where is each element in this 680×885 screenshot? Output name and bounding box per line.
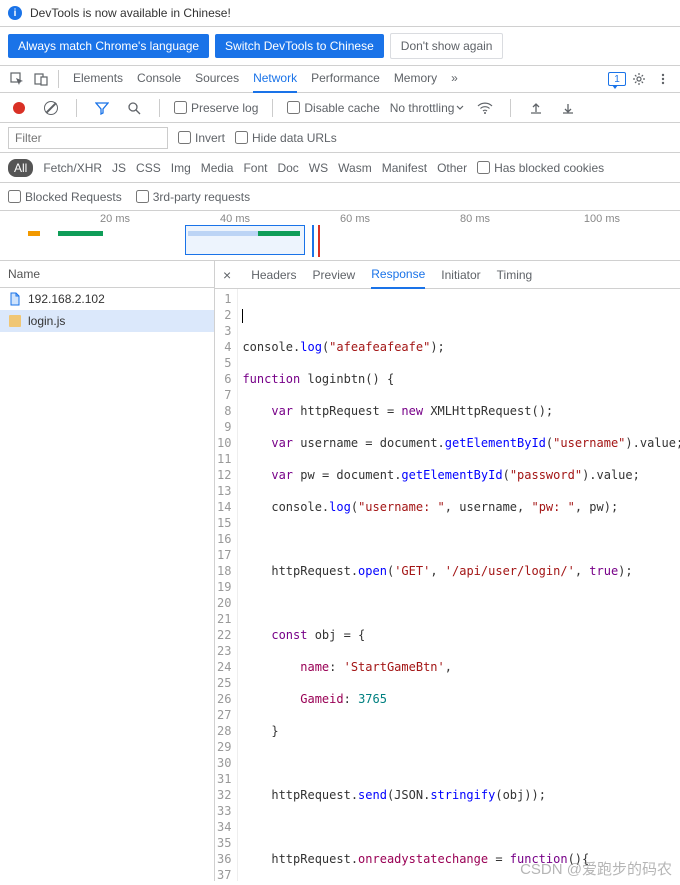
- request-row[interactable]: login.js: [0, 310, 214, 332]
- extra-filter-bar: Blocked Requests 3rd-party requests: [0, 183, 680, 211]
- tab-sources[interactable]: Sources: [195, 65, 239, 93]
- upload-icon[interactable]: [525, 97, 547, 119]
- tab-performance[interactable]: Performance: [311, 65, 380, 93]
- request-name: 192.168.2.102: [28, 292, 105, 306]
- disable-cache-checkbox[interactable]: Disable cache: [287, 101, 379, 115]
- timeline-bar: [258, 231, 300, 236]
- preserve-log-checkbox[interactable]: Preserve log: [174, 101, 258, 115]
- tab-elements[interactable]: Elements: [73, 65, 123, 93]
- timeline[interactable]: 20 ms 40 ms 60 ms 80 ms 100 ms: [0, 211, 680, 261]
- request-name: login.js: [28, 314, 65, 328]
- type-font[interactable]: Font: [243, 161, 267, 175]
- tab-memory[interactable]: Memory: [394, 65, 437, 93]
- language-banner: i DevTools is now available in Chinese!: [0, 0, 680, 27]
- tl-80: 80 ms: [460, 213, 490, 225]
- settings-icon[interactable]: [628, 68, 650, 90]
- types-bar: All Fetch/XHR JS CSS Img Media Font Doc …: [0, 153, 680, 183]
- detail-tabs: × Headers Preview Response Initiator Tim…: [215, 261, 680, 289]
- blocked-requests-checkbox[interactable]: Blocked Requests: [8, 190, 122, 204]
- main-tabs: Elements Console Sources Network Perform…: [73, 65, 606, 93]
- timeline-selection[interactable]: [185, 225, 305, 255]
- filter-bar: Invert Hide data URLs: [0, 123, 680, 153]
- close-icon[interactable]: ×: [219, 267, 235, 283]
- type-js[interactable]: JS: [112, 161, 126, 175]
- tab-more[interactable]: »: [451, 65, 458, 93]
- type-wasm[interactable]: Wasm: [338, 161, 372, 175]
- separator: [58, 70, 59, 88]
- tl-100: 100 ms: [584, 213, 620, 225]
- download-icon[interactable]: [557, 97, 579, 119]
- type-other[interactable]: Other: [437, 161, 467, 175]
- network-toolbar: Preserve log Disable cache No throttling: [0, 93, 680, 123]
- clear-icon[interactable]: [40, 97, 62, 119]
- timeline-marker-blue: [312, 225, 314, 257]
- type-manifest[interactable]: Manifest: [382, 161, 427, 175]
- tab-response[interactable]: Response: [371, 261, 425, 289]
- timeline-bar: [28, 231, 40, 236]
- invert-checkbox[interactable]: Invert: [178, 131, 225, 145]
- detail-panel: × Headers Preview Response Initiator Tim…: [215, 261, 680, 881]
- tab-initiator[interactable]: Initiator: [441, 262, 480, 288]
- tl-40: 40 ms: [220, 213, 250, 225]
- name-column-header[interactable]: Name: [0, 261, 214, 288]
- kebab-icon[interactable]: [652, 68, 674, 90]
- main-toolbar: Elements Console Sources Network Perform…: [0, 65, 680, 93]
- separator: [272, 99, 273, 117]
- type-ws[interactable]: WS: [309, 161, 328, 175]
- tab-timing[interactable]: Timing: [497, 262, 533, 288]
- hide-data-urls-checkbox[interactable]: Hide data URLs: [235, 131, 337, 145]
- tab-network[interactable]: Network: [253, 65, 297, 93]
- tab-headers[interactable]: Headers: [251, 262, 296, 288]
- content-area: Name 192.168.2.102 login.js × Headers Pr…: [0, 261, 680, 881]
- separator: [76, 99, 77, 117]
- js-file-icon: [8, 314, 22, 328]
- filter-toggle-icon[interactable]: [91, 97, 113, 119]
- tab-preview[interactable]: Preview: [313, 262, 356, 288]
- type-fetch[interactable]: Fetch/XHR: [43, 161, 102, 175]
- blocked-cookies-checkbox[interactable]: Has blocked cookies: [477, 161, 604, 175]
- type-all[interactable]: All: [8, 159, 33, 177]
- request-row[interactable]: 192.168.2.102: [0, 288, 214, 310]
- document-icon: [8, 292, 22, 306]
- request-list: Name 192.168.2.102 login.js: [0, 261, 215, 881]
- switch-chinese-button[interactable]: Switch DevTools to Chinese: [215, 34, 384, 58]
- separator: [510, 99, 511, 117]
- match-language-button[interactable]: Always match Chrome's language: [8, 34, 209, 58]
- dismiss-button[interactable]: Don't show again: [390, 33, 504, 59]
- line-gutter: 1234567891011121314151617181920212223242…: [215, 289, 238, 881]
- code-area[interactable]: 1234567891011121314151617181920212223242…: [215, 289, 680, 881]
- code-content: console.log("afeafeafeafe"); function lo…: [238, 289, 680, 881]
- timeline-bar: [58, 231, 103, 236]
- timeline-bar: [188, 231, 258, 236]
- search-icon[interactable]: [123, 97, 145, 119]
- type-img[interactable]: Img: [171, 161, 191, 175]
- throttling-select[interactable]: No throttling: [390, 101, 465, 115]
- type-media[interactable]: Media: [201, 161, 234, 175]
- tab-console[interactable]: Console: [137, 65, 181, 93]
- tl-60: 60 ms: [340, 213, 370, 225]
- device-icon[interactable]: [30, 68, 52, 90]
- banner-actions: Always match Chrome's language Switch De…: [0, 27, 680, 65]
- type-css[interactable]: CSS: [136, 161, 161, 175]
- type-doc[interactable]: Doc: [277, 161, 298, 175]
- banner-text: DevTools is now available in Chinese!: [30, 6, 231, 20]
- wifi-icon[interactable]: [474, 97, 496, 119]
- separator: [159, 99, 160, 117]
- inspect-icon[interactable]: [6, 68, 28, 90]
- info-icon: i: [8, 6, 22, 20]
- record-icon[interactable]: [8, 97, 30, 119]
- issues-badge[interactable]: 1: [608, 72, 626, 86]
- filter-input[interactable]: [8, 127, 168, 149]
- timeline-marker-red: [318, 225, 320, 257]
- tl-20: 20 ms: [100, 213, 130, 225]
- third-party-checkbox[interactable]: 3rd-party requests: [136, 190, 250, 204]
